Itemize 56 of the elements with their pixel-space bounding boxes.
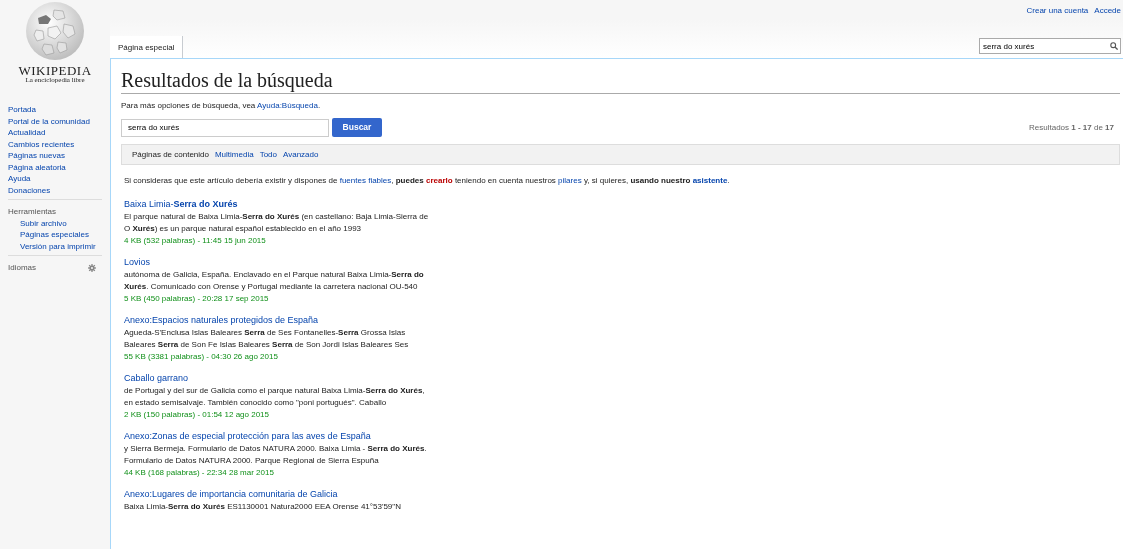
profile-tab[interactable]: Todo: [259, 148, 277, 161]
settings-icon[interactable]: [88, 263, 96, 272]
notice-text: Si consideras que este artículo debería existir y dispones de fuentes fiables, puedes crearlo teniendo en cuenta nuestros pilares y, si quieres, usando nuestro asistente.: [124, 175, 731, 187]
sidebar-link[interactable]: Páginas especiales: [20, 229, 89, 241]
wordmark[interactable]: WIKIPEDIA: [18, 64, 92, 77]
profile-tab[interactable]: Avanzado: [283, 148, 319, 161]
account-link[interactable]: Accede: [1094, 5, 1121, 20]
sidebar-heading[interactable]: Idiomas: [8, 262, 36, 274]
sidebar-link[interactable]: Ayuda: [8, 173, 31, 185]
result-meta: 2 KB (150 palabras) - 01:54 12 ago 2015: [124, 409, 269, 421]
result-snippet: El parque natural de Baixa Limia-Serra do Xurés (en castellano: Baja Limia-Sierra de: [124, 211, 429, 223]
profile-tab[interactable]: Páginas de contenido: [132, 148, 209, 161]
result-count: Resultados 1 - 17 de 17: [1029, 121, 1114, 134]
page-title: Resultados de la búsqueda: [121, 68, 333, 93]
result-meta: 44 KB (168 palabras) - 22:34 28 mar 2015: [124, 467, 274, 479]
result-meta: 4 KB (532 palabras) - 11:45 15 jun 2015: [124, 235, 266, 247]
sidebar-link[interactable]: Portal de la comunidad: [8, 115, 90, 127]
sidebar-link[interactable]: Donaciones: [8, 184, 51, 196]
profile-tab[interactable]: Multimedia: [214, 148, 254, 161]
result-snippet: de Portugal y del sur de Galicia como el parque natural Baixa Limia-Serra do Xurés,: [124, 385, 425, 397]
page-tab[interactable]: Página especial: [110, 36, 184, 58]
notice-link[interactable]: pilares: [558, 176, 582, 185]
result-snippet: en estado semisalvaje. También conocido como "poni portugués". Caballo: [124, 397, 387, 409]
sidebar-link[interactable]: Subir archivo: [20, 217, 67, 229]
result-snippet: Formulario de Datos NATURA 2000. Parque Regional de Sierra Espuña: [124, 455, 379, 467]
sidebar-link[interactable]: Cambios recientes: [8, 138, 75, 150]
result-snippet: O Xurés) es un parque natural español establecido en el año 1993: [124, 223, 362, 235]
result-title-link[interactable]: Baixa Limia-Serra do Xurés: [124, 198, 238, 210]
sidebar-link[interactable]: Páginas nuevas: [8, 150, 65, 162]
sidebar-heading[interactable]: Herramientas: [8, 206, 56, 218]
result-snippet: y Sierra Bermeja. Formulario de Datos NATURA 2000. Baixa Limia - Serra do Xurés.: [124, 443, 427, 455]
sidebar-link[interactable]: Versión para imprimir: [20, 240, 96, 252]
sidebar-link[interactable]: Página aleatoria: [8, 161, 66, 173]
result-title-link[interactable]: Lovios: [124, 256, 150, 268]
sidebar-link[interactable]: Portada: [8, 104, 37, 116]
result-meta: 5 KB (450 palabras) - 20:28 17 sep 2015: [124, 293, 269, 305]
sidebar-link[interactable]: Actualidad: [8, 127, 46, 139]
globe-logo-icon[interactable]: [24, 0, 86, 62]
help-text: Para más opciones de búsqueda, vea Ayuda:Búsqueda.: [121, 101, 321, 110]
result-title-link[interactable]: Anexo:Espacios naturales protegidos de España: [124, 314, 319, 326]
search-icon[interactable]: [1110, 42, 1118, 50]
header-search-field[interactable]: serra do xurés: [979, 38, 1121, 54]
create-link[interactable]: crearlo: [425, 176, 453, 185]
result-snippet: Baixa Limia-Serra do Xurés ES1130001 Natura2000 EEA Orense 41°53'59"N: [124, 501, 401, 513]
result-snippet: Xurés. Comunicado con Orense y Portugal mediante la carretera nacional OU-540: [124, 281, 418, 293]
result-meta: 55 KB (3381 palabras) - 04:30 26 ago 2015: [124, 351, 278, 363]
search-field[interactable]: serra do xurés: [121, 118, 329, 137]
account-link[interactable]: Crear una cuenta: [1026, 5, 1089, 20]
result-snippet: Baleares Serra de Son Fe Islas Baleares Serra de Son Jordi Islas Baleares Ses: [124, 339, 409, 351]
result-snippet: Agueda-S'Enclusa Islas Baleares Serra de Ses Fontanelles-Serra Grossa Islas: [124, 327, 406, 339]
result-title-link[interactable]: Anexo:Lugares de importancia comunitaria de Galicia: [124, 488, 338, 500]
result-snippet: autónoma de Galicia, España. Enclavado en el Parque natural Baixa Limia-Serra do: [124, 269, 424, 281]
search-button[interactable]: Buscar: [332, 118, 382, 137]
result-title-link[interactable]: Caballo garrano: [124, 372, 189, 384]
result-title-link[interactable]: Anexo:Zonas de especial protección para las aves de España: [124, 430, 371, 442]
help-link[interactable]: Ayuda:Búsqueda: [257, 101, 318, 110]
